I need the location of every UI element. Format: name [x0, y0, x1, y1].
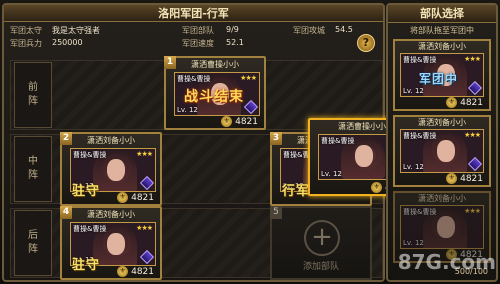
unit-power: ⚜ 4821	[446, 97, 483, 108]
stat-units: 军团部队 9/9	[182, 25, 239, 35]
unit-portrait: 曹操&曹操 ★★★ Lv. 12	[400, 205, 484, 249]
power-icon: ⚜	[221, 116, 233, 127]
side-unit-card-1[interactable]: 潇洒刘备小小 曹操&曹操 ★★★ Lv. 12 ⚜ 4821 军团中	[393, 39, 491, 111]
power-icon: ⚜	[117, 266, 129, 277]
legion-stats: 军团太守 我是太守强者 军团兵力 250000 军团部队 9/9 军团速度 52…	[10, 25, 382, 57]
plus-icon: +	[304, 220, 340, 256]
gem-icon	[467, 80, 483, 96]
add-unit-slot[interactable]: 5 + 添加部队	[270, 206, 372, 280]
unit-power: ⚜ 4821	[221, 116, 258, 127]
unit-portrait: 曹操&曹操 ★★★ Lv. 12	[400, 129, 484, 173]
power-icon: ⚜	[446, 173, 458, 184]
stat-commander: 军团太守 我是太守强者	[10, 26, 100, 35]
status-garrison: 驻守	[72, 258, 101, 273]
row-label-front: 前 阵	[14, 62, 52, 128]
unit-card-4[interactable]: 4 潇洒刘备小小 曹操&曹操 ★★★ Lv. 12 ⚜ 4821 驻守	[60, 206, 162, 280]
gem-icon	[467, 156, 483, 172]
selection-hint: 将部队拖至军团中	[410, 26, 474, 35]
help-button[interactable]: ?	[357, 34, 375, 52]
gem-icon	[139, 175, 155, 191]
star-rating: ★★★	[136, 150, 153, 158]
unit-selection-panel: 部队选择 将部队拖至军团中 潇洒刘备小小 曹操&曹操 ★★★ Lv. 12 ⚜ …	[386, 3, 498, 282]
watermark: 87G.com	[397, 250, 496, 274]
power-icon: ⚜	[446, 97, 458, 108]
panel-title: 洛阳军团-行军	[4, 5, 383, 22]
unit-card-2[interactable]: 2 潇洒刘备小小 曹操&曹操 ★★★ Lv. 12 ⚜ 4821 驻守	[60, 132, 162, 206]
status-marching: 行军	[282, 184, 311, 199]
star-rating: ★★★	[464, 131, 481, 139]
star-rating: ★★★	[240, 74, 257, 82]
row-label-middle: 中 阵	[14, 136, 52, 202]
row-label-rear: 后 阵	[14, 210, 52, 276]
gem-icon	[243, 99, 259, 115]
stat-speed: 军团速度 52.1	[182, 38, 244, 48]
power-icon: ⚜	[371, 182, 383, 193]
gem-icon	[139, 249, 155, 265]
stat-siege: 军团攻城 54.5	[293, 25, 353, 35]
status-garrison: 驻守	[72, 184, 101, 199]
game-screen: 洛阳军团-行军 军团太守 我是太守强者 军团兵力 250000 军团部队 9/9…	[0, 0, 500, 284]
stat-troops: 军团兵力 250000	[10, 38, 83, 48]
unit-power: ⚜ 4821	[446, 173, 483, 184]
side-unit-card-2[interactable]: 潇洒刘备小小 曹操&曹操 ★★★ Lv. 12 ⚜ 4821	[393, 115, 491, 187]
status-battle-ended: 战斗结束	[184, 89, 244, 105]
star-rating: ★★★	[464, 55, 481, 63]
star-rating: ★★★	[136, 224, 153, 232]
unit-card-1[interactable]: 1 潇洒曹操小小 曹操&曹操 ★★★ Lv. 12 ⚜ 4821 战斗结束	[164, 56, 266, 130]
power-icon: ⚜	[117, 192, 129, 203]
legion-panel: 洛阳军团-行军 军团太守 我是太守强者 军团兵力 250000 军团部队 9/9…	[2, 3, 416, 282]
unit-power: ⚜ 4821	[117, 192, 154, 203]
unit-power: ⚜ 4821	[117, 266, 154, 277]
selection-title: 部队选择	[388, 5, 496, 23]
status-in-legion: 军团中	[419, 72, 459, 86]
star-rating: ★★★	[464, 207, 481, 215]
